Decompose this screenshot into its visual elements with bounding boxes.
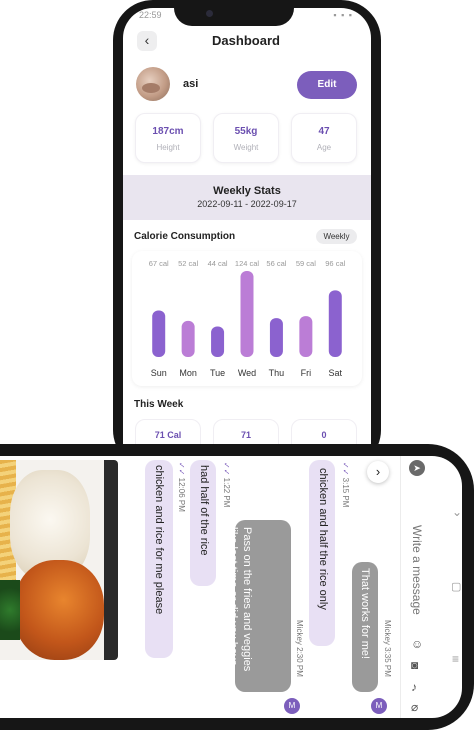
avatar[interactable] xyxy=(136,67,170,101)
message-text: That works for me! xyxy=(359,568,371,660)
tick-label-sun: Sun xyxy=(151,368,167,378)
message-time: 1:22 PM xyxy=(222,477,231,508)
avatar: M xyxy=(371,698,387,714)
status-icons: ▪ ▪ ▪ xyxy=(333,10,353,20)
bar-fri[interactable] xyxy=(299,316,313,357)
data-label-mon: 52 cal xyxy=(178,259,198,268)
data-label-sat: 96 cal xyxy=(325,259,345,268)
message-sender: Mickey xyxy=(295,620,304,645)
message-meta: ✓✓ 3:15 PM xyxy=(341,462,350,507)
bar-sun[interactable] xyxy=(152,310,166,357)
bar-mon[interactable] xyxy=(181,320,195,357)
height-value: 187cm xyxy=(152,126,184,137)
weight-label: Weight xyxy=(233,143,259,152)
camera-icon[interactable]: ◙ xyxy=(411,658,418,672)
chevron-left-icon: ‹ xyxy=(144,32,150,48)
tick-label-tue: Tue xyxy=(210,368,225,378)
age-label: Age xyxy=(316,143,332,152)
weekly-stats-range: 2022-09-11 - 2022-09-17 xyxy=(197,199,297,209)
back-button[interactable]: ‹ xyxy=(137,31,157,51)
message-time: 2:30 PM xyxy=(295,647,304,677)
bar-tue[interactable] xyxy=(211,326,225,357)
camera-icon xyxy=(206,10,213,17)
this-week-calories: 71 Cal xyxy=(154,430,182,440)
weight-value: 55kg xyxy=(234,126,258,137)
avatar: M xyxy=(284,698,300,714)
message-time: 3:35 PM xyxy=(383,647,392,677)
photo-shadow xyxy=(104,460,118,660)
weekly-stats-banner: Weekly Stats 2022-09-11 - 2022-09-17 xyxy=(123,175,371,220)
data-label-thu: 56 cal xyxy=(266,259,286,268)
recents-nav-icon[interactable]: ≡ xyxy=(452,652,459,666)
message-sender: Mickey xyxy=(383,620,392,645)
microphone-icon[interactable]: ♪ xyxy=(411,680,417,694)
calorie-chart-card: 67 cal Sun 52 cal Mon 44 cal Tue 124 cal Wed 56 … xyxy=(132,251,362,386)
back-nav-icon[interactable]: ⌄ xyxy=(452,505,462,519)
bar-thu[interactable] xyxy=(269,318,283,357)
food-photo[interactable] xyxy=(0,460,118,660)
scroll-down-button[interactable]: › xyxy=(367,461,389,483)
calorie-title: Calorie Consumption xyxy=(134,231,236,242)
data-label-sun: 67 cal xyxy=(149,259,169,268)
tick-label-thu: Thu xyxy=(269,368,285,378)
message-meta: ✓✓ 12:06 PM xyxy=(177,462,186,512)
attachment-icon[interactable]: ⌀ xyxy=(411,700,418,714)
emoji-icon[interactable]: ☺ xyxy=(411,637,423,651)
home-nav-icon[interactable]: ▢ xyxy=(451,580,461,593)
bar-sat[interactable] xyxy=(328,290,342,357)
data-label-fri: 59 cal xyxy=(296,259,316,268)
message-time: 12:06 PM xyxy=(177,477,186,512)
message-time: 3:15 PM xyxy=(341,477,350,508)
height-label: Height xyxy=(156,143,180,152)
age-value: 47 xyxy=(318,126,330,137)
calorie-bar-chart: 67 cal Sun 52 cal Mon 44 cal Tue 124 cal Wed 56 … xyxy=(149,259,346,378)
this-week-second-value: 71 xyxy=(240,430,251,440)
send-icon[interactable]: ➤ xyxy=(409,460,425,476)
greens xyxy=(0,580,20,640)
username: asi xyxy=(183,78,199,90)
message-text: chicken and rice for me please xyxy=(153,465,165,615)
camera-notch xyxy=(174,0,294,26)
weekly-stats-title: Weekly Stats xyxy=(213,185,281,197)
data-label-wed: 124 cal xyxy=(235,259,260,268)
read-check-icon: ✓✓ xyxy=(341,462,350,478)
height-card: 187cm Height xyxy=(135,113,201,163)
tick-label-mon: Mon xyxy=(179,368,197,378)
edit-button[interactable]: Edit xyxy=(297,71,357,99)
message-meta: Mickey 3:35 PM xyxy=(383,620,392,677)
page-title: Dashboard xyxy=(212,33,280,48)
chevron-right-icon: › xyxy=(375,464,381,479)
message-meta: ✓✓ 1:22 PM xyxy=(222,462,231,507)
tick-label-fri: Fri xyxy=(301,368,312,378)
tick-label-wed: Wed xyxy=(238,368,256,378)
data-label-tue: 44 cal xyxy=(208,259,228,268)
message-input[interactable]: Write a message xyxy=(410,525,424,615)
message-meta: Mickey 2:30 PM xyxy=(295,620,304,677)
message-text: Pass on the fries and veggies like last … xyxy=(213,527,253,672)
message-text: chicken and half the rice only xyxy=(317,468,329,610)
read-check-icon: ✓✓ xyxy=(177,462,186,478)
read-check-icon: ✓✓ xyxy=(222,462,231,478)
tick-label-sat: Sat xyxy=(329,368,343,378)
curry xyxy=(14,560,104,660)
bar-wed[interactable] xyxy=(240,271,254,357)
status-time: 22:59 xyxy=(139,10,162,20)
weight-card: 55kg Weight xyxy=(213,113,279,163)
period-dropdown[interactable]: Weekly xyxy=(316,229,357,244)
this-week-third-value: 0 xyxy=(321,430,327,440)
message-text: had half of the rice xyxy=(198,465,210,556)
age-card: 47 Age xyxy=(291,113,357,163)
this-week-title: This Week xyxy=(134,399,184,410)
